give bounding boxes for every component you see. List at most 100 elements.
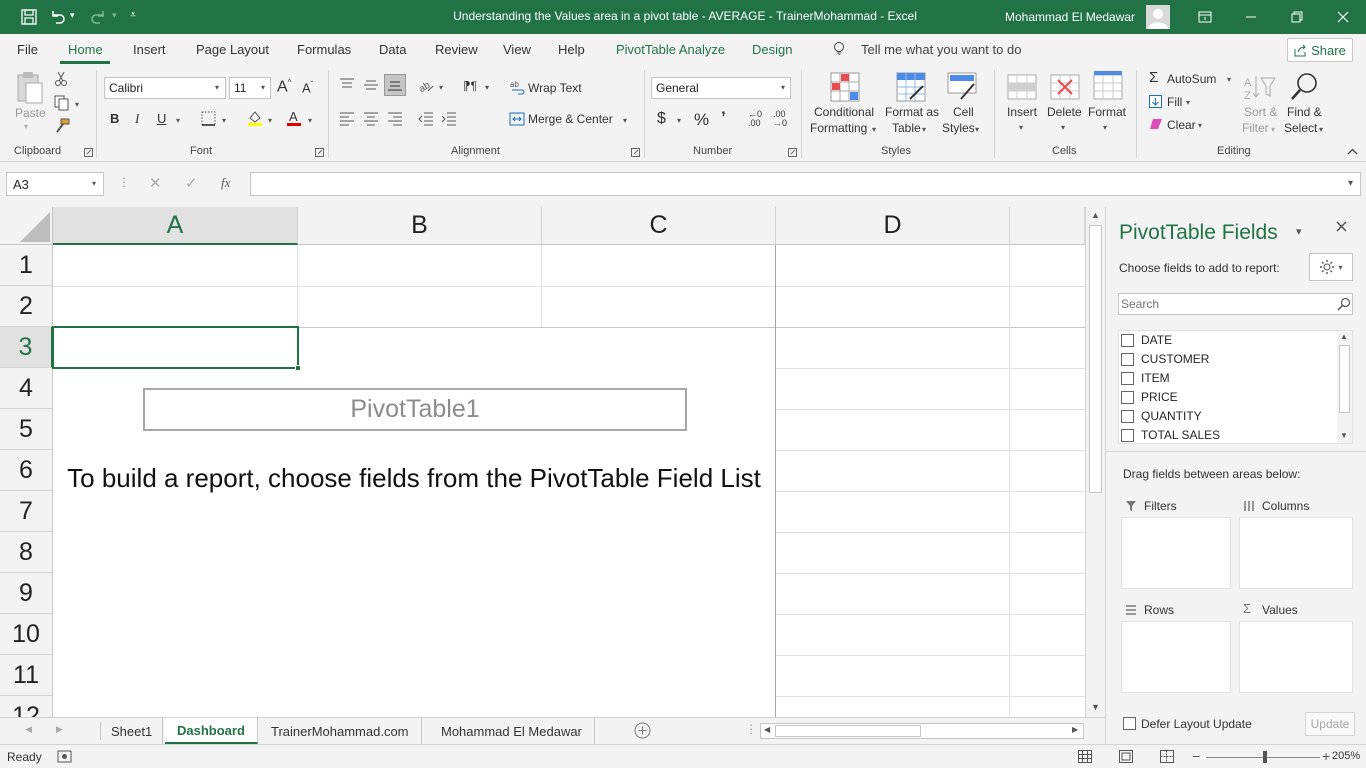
number-launcher-icon[interactable] — [788, 148, 797, 157]
italic-button[interactable]: I — [135, 111, 139, 127]
clear-dropdown-icon[interactable]: ▾ — [1198, 121, 1202, 130]
redo-icon[interactable] — [89, 8, 107, 26]
vertical-scrollbar[interactable]: ▲ ▼ — [1085, 207, 1105, 717]
clear-button[interactable]: Clear — [1167, 118, 1196, 132]
insert-cells-dropdown-icon[interactable]: ▾ — [1019, 123, 1023, 132]
clipboard-launcher-icon[interactable] — [84, 148, 93, 157]
cell-styles-icon[interactable] — [947, 72, 977, 102]
tab-formulas[interactable]: Formulas — [297, 42, 351, 57]
search-icon[interactable] — [1337, 297, 1351, 311]
normal-view-icon[interactable] — [1078, 750, 1092, 763]
insert-cells-button[interactable]: Insert — [1007, 105, 1037, 119]
increase-indent-icon[interactable] — [441, 112, 457, 126]
text-direction-dropdown-icon[interactable]: ▾ — [485, 83, 489, 92]
customize-quick-access-icon[interactable]: ⩡ — [130, 9, 136, 22]
cell-styles-label-1[interactable]: Cell — [953, 105, 974, 119]
font-name-dropdown-icon[interactable]: ▾ — [215, 83, 219, 92]
scroll-down-icon[interactable]: ▼ — [1340, 431, 1348, 440]
tell-me-input[interactable]: Tell me what you want to do — [861, 42, 1021, 57]
autosum-icon[interactable]: Σ — [1149, 69, 1158, 86]
format-as-table-dropdown-icon[interactable]: ▾ — [922, 125, 926, 134]
fill-dropdown-icon[interactable]: ▾ — [1186, 98, 1190, 107]
find-select-icon[interactable] — [1290, 71, 1320, 101]
scroll-right-icon[interactable]: ▶ — [1072, 725, 1078, 734]
fill-button[interactable]: Fill — [1167, 95, 1182, 109]
row-header-10[interactable]: 10 — [0, 614, 53, 655]
autosum-dropdown-icon[interactable]: ▾ — [1227, 75, 1231, 84]
insert-cells-icon[interactable] — [1007, 74, 1037, 100]
format-painter-icon[interactable] — [54, 118, 70, 134]
decrease-decimal-icon[interactable]: .00 →0 — [773, 110, 787, 128]
sort-filter-label-2[interactable]: Filter — [1242, 121, 1269, 135]
field-list-scroll-thumb[interactable] — [1339, 345, 1350, 413]
conditional-formatting-label-2[interactable]: Formatting — [810, 121, 867, 135]
restore-icon[interactable] — [1274, 0, 1320, 34]
close-icon[interactable] — [1320, 0, 1366, 34]
paste-icon[interactable] — [15, 71, 45, 105]
share-button[interactable]: Share — [1287, 38, 1353, 62]
font-color-icon[interactable]: A — [286, 109, 302, 127]
format-cells-dropdown-icon[interactable]: ▾ — [1103, 123, 1107, 132]
find-select-label-2[interactable]: Select — [1284, 121, 1317, 135]
close-pane-icon[interactable] — [1336, 221, 1347, 232]
row-header-12[interactable]: 12 — [0, 696, 53, 717]
tab-file[interactable]: File — [17, 42, 38, 57]
borders-dropdown-icon[interactable]: ▾ — [222, 116, 226, 125]
expand-formula-bar-icon[interactable]: ▾ — [1348, 178, 1353, 189]
tab-page-layout[interactable]: Page Layout — [196, 42, 269, 57]
horizontal-scroll-thumb[interactable] — [775, 725, 921, 737]
collapse-ribbon-icon[interactable] — [1347, 148, 1358, 155]
sheet-tab-sheet1[interactable]: Sheet1 — [101, 718, 164, 744]
fill-color-dropdown-icon[interactable]: ▾ — [268, 116, 272, 125]
name-box-dropdown-icon[interactable]: ▾ — [92, 179, 96, 188]
autosum-button[interactable]: AutoSum — [1167, 72, 1216, 86]
sheet-tab-mohammad-el-medawar[interactable]: Mohammad El Medawar — [429, 718, 595, 744]
columns-drop-zone[interactable] — [1239, 517, 1353, 589]
conditional-formatting-icon[interactable] — [830, 72, 860, 102]
tab-design[interactable]: Design — [752, 42, 792, 57]
cut-icon[interactable] — [54, 71, 68, 87]
comma-style-icon[interactable]: ’ — [721, 108, 726, 128]
rows-drop-zone[interactable] — [1121, 621, 1231, 693]
field-list-settings-button[interactable]: ▾ — [1309, 253, 1353, 281]
decrease-font-size-icon[interactable]: Aˇ — [302, 80, 313, 95]
page-break-view-icon[interactable] — [1160, 750, 1174, 763]
format-as-table-label-2[interactable]: Table — [892, 121, 921, 135]
page-layout-view-icon[interactable] — [1119, 750, 1133, 763]
sort-filter-label-1[interactable]: Sort & — [1244, 105, 1277, 119]
cell-styles-dropdown-icon[interactable]: ▾ — [975, 125, 979, 134]
currency-dropdown-icon[interactable]: ▾ — [677, 116, 681, 125]
zoom-in-icon[interactable]: + — [1322, 748, 1330, 764]
paste-dropdown-icon[interactable]: ▾ — [24, 122, 28, 131]
field-checkbox[interactable] — [1121, 334, 1134, 347]
wrap-text-icon[interactable]: ab — [510, 79, 526, 95]
copy-dropdown-icon[interactable]: ▾ — [75, 100, 79, 109]
format-cells-button[interactable]: Format — [1088, 105, 1126, 119]
field-checkbox[interactable] — [1121, 372, 1134, 385]
rows-area[interactable]: Rows — [1121, 602, 1232, 694]
increase-decimal-icon[interactable]: ←0.00 — [748, 110, 762, 128]
column-header-e[interactable] — [1010, 207, 1085, 245]
field-checkbox[interactable] — [1121, 391, 1134, 404]
fill-handle[interactable] — [295, 365, 301, 371]
increase-font-size-icon[interactable]: A^ — [277, 78, 291, 96]
font-color-dropdown-icon[interactable]: ▾ — [308, 116, 312, 125]
tab-insert[interactable]: Insert — [133, 42, 166, 57]
scroll-down-icon[interactable]: ▼ — [1091, 702, 1100, 712]
undo-icon[interactable] — [49, 8, 67, 26]
borders-icon[interactable] — [201, 111, 216, 126]
tab-data[interactable]: Data — [379, 42, 406, 57]
row-header-11[interactable]: 11 — [0, 655, 53, 696]
formula-input[interactable] — [250, 172, 1361, 196]
search-input[interactable] — [1121, 295, 1331, 313]
filters-area[interactable]: Filters — [1121, 498, 1232, 590]
row-header-3[interactable]: 3 — [0, 327, 53, 368]
row-header-7[interactable]: 7 — [0, 491, 53, 532]
values-drop-zone[interactable] — [1239, 621, 1353, 693]
wrap-text-button[interactable]: Wrap Text — [528, 81, 582, 95]
scroll-left-icon[interactable]: ◀ — [764, 725, 770, 734]
sheet-tab-trainermohammad[interactable]: TrainerMohammad.com — [259, 718, 422, 744]
delete-cells-button[interactable]: Delete — [1047, 105, 1082, 119]
redo-dropdown-icon[interactable]: ▾ — [112, 10, 117, 21]
ribbon-display-options-icon[interactable] — [1182, 0, 1228, 34]
